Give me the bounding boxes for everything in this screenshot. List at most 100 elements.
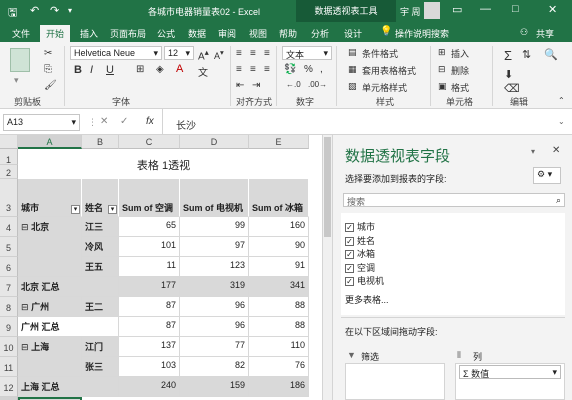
subtotal-value[interactable]: 87 <box>119 317 180 337</box>
name-cell[interactable]: 张三 <box>82 357 119 377</box>
value-cell[interactable]: 97 <box>180 237 249 257</box>
subtotal-label[interactable]: 上海 汇总 <box>18 377 119 397</box>
filter-dropdown-icon[interactable]: ▾ <box>71 205 80 214</box>
chip-dropdown-icon[interactable]: ▾ <box>552 367 557 378</box>
paste-icon[interactable] <box>10 48 30 72</box>
row-header-1[interactable]: 1 <box>0 149 18 165</box>
shrink-font-icon[interactable]: A▾ <box>214 48 224 61</box>
row-header-8[interactable]: 8 <box>0 297 18 317</box>
align-bottom-icon[interactable]: ≡ <box>264 48 270 59</box>
cell-style-button[interactable]: 单元格样式 <box>362 81 407 94</box>
values-field-chip[interactable]: Σ 数值 ▾ <box>459 365 561 379</box>
scrollbar-thumb[interactable] <box>324 137 331 237</box>
subtotal-label[interactable]: 广州 汇总 <box>18 317 119 337</box>
city-cell-guangzhou[interactable]: ⊟ 广州 <box>18 297 82 317</box>
tab-data[interactable]: 数据 <box>188 27 206 40</box>
col-header-d[interactable]: D <box>180 135 249 149</box>
subtotal-value[interactable]: 88 <box>249 317 309 337</box>
pane-options-dropdown-icon[interactable]: ▾ <box>531 147 535 156</box>
format-painter-icon[interactable]: 🖌 <box>44 80 57 91</box>
name-box[interactable]: A13 ▾ <box>3 114 80 131</box>
undo-icon[interactable]: ↶ <box>30 4 39 17</box>
value-cell[interactable]: 110 <box>249 337 309 357</box>
more-tables-link[interactable]: 更多表格... <box>345 293 389 306</box>
align-right-icon[interactable]: ≡ <box>264 64 270 75</box>
name-cell[interactable]: 江门 <box>82 337 119 357</box>
cell-style-icon[interactable]: ▧ <box>348 81 357 92</box>
subtotal-value[interactable]: 240 <box>119 377 180 397</box>
pane-close-icon[interactable]: ✕ <box>552 145 560 156</box>
row-header-12[interactable]: 12 <box>0 377 18 397</box>
value-cell[interactable]: 160 <box>249 217 309 237</box>
align-middle-icon[interactable]: ≡ <box>250 48 256 59</box>
vertical-scrollbar[interactable] <box>322 135 332 400</box>
tab-page-layout[interactable]: 页面布局 <box>110 27 146 40</box>
borders-icon[interactable]: ⊞ <box>136 64 144 75</box>
cond-format-icon[interactable]: ▤ <box>348 47 357 58</box>
value-cell[interactable]: 77 <box>180 337 249 357</box>
row-header-11[interactable]: 11 <box>0 357 18 377</box>
header-sum-ac[interactable]: Sum of 空调 <box>119 179 180 217</box>
indent-increase-icon[interactable]: ⇥ <box>252 80 260 91</box>
expand-formula-icon[interactable]: ⌄ <box>558 117 565 126</box>
delete-cells-button[interactable]: 删除 <box>451 64 469 77</box>
name-cell[interactable]: 王五 <box>82 257 119 277</box>
row-header-7[interactable]: 7 <box>0 277 18 297</box>
user-name[interactable]: 宇 周 <box>400 5 421 18</box>
col-header-c[interactable]: C <box>119 135 180 149</box>
font-color-button[interactable]: A <box>176 63 183 75</box>
col-header-b[interactable]: B <box>82 135 119 149</box>
field-item[interactable]: ✓ 电视机 <box>345 274 384 287</box>
collapse-icon[interactable]: ⊟ <box>21 302 29 312</box>
checkbox-checked[interactable]: ✓ <box>345 250 354 260</box>
header-sum-fridge[interactable]: Sum of 冰箱 <box>249 179 309 217</box>
checkbox-checked[interactable]: ✓ <box>345 264 354 274</box>
row-header-6[interactable]: 6 <box>0 257 18 277</box>
worksheet-grid[interactable]: A B C D E 1 2 3 4 5 6 7 8 9 10 11 12 13 … <box>0 135 322 400</box>
tab-analyze[interactable]: 分析 <box>311 27 329 40</box>
format-cells-icon[interactable]: ▣ <box>438 81 447 92</box>
checkbox-checked[interactable]: ✓ <box>345 237 354 247</box>
field-item[interactable]: ✓ 姓名 <box>345 234 375 247</box>
subtotal-value[interactable]: 177 <box>119 277 180 297</box>
tab-help[interactable]: 帮助 <box>279 27 297 40</box>
minimize-icon[interactable]: — <box>480 3 491 15</box>
pivot-title[interactable]: 表格 1透视 <box>18 149 309 179</box>
header-sum-tv[interactable]: Sum of 电视机 <box>180 179 249 217</box>
row-header-9[interactable]: 9 <box>0 317 18 337</box>
header-city[interactable]: 城市 ▾ <box>18 179 82 217</box>
clear-icon[interactable]: ⌫ <box>504 82 520 95</box>
col-header-a[interactable]: A <box>18 135 82 149</box>
value-cell[interactable]: 90 <box>249 237 309 257</box>
cond-format-button[interactable]: 条件格式 <box>362 47 398 60</box>
phonetic-icon[interactable]: 文 <box>198 64 208 79</box>
field-item[interactable]: ✓ 空调 <box>345 261 375 274</box>
header-name[interactable]: 姓名 ▾ <box>82 179 119 217</box>
align-top-icon[interactable]: ≡ <box>236 48 242 59</box>
col-header-e[interactable]: E <box>249 135 309 149</box>
tab-insert[interactable]: 插入 <box>80 27 98 40</box>
copy-icon[interactable]: ⎘ <box>44 64 52 75</box>
value-cell[interactable]: 123 <box>180 257 249 277</box>
indent-decrease-icon[interactable]: ⇤ <box>236 80 244 91</box>
city-cell-shanghai[interactable]: ⊟ 上海 <box>18 337 82 377</box>
value-cell[interactable]: 91 <box>249 257 309 277</box>
row-header-2[interactable]: 2 <box>0 165 18 179</box>
subtotal-value[interactable]: 159 <box>180 377 249 397</box>
fill-color-icon[interactable]: ◈ <box>156 64 164 75</box>
italic-button[interactable]: I <box>90 64 93 76</box>
row-header-3[interactable]: 3 <box>0 179 18 217</box>
qat-dropdown-icon[interactable]: ▾ <box>68 6 72 15</box>
delete-cells-icon[interactable]: ⊟ <box>438 64 446 75</box>
insert-function-button[interactable]: fx <box>146 116 154 127</box>
share-icon[interactable]: ⚇ <box>520 27 528 38</box>
name-cell[interactable]: 冷风 <box>82 237 119 257</box>
subtotal-value[interactable]: 341 <box>249 277 309 297</box>
collapse-ribbon-icon[interactable]: ⌃ <box>558 96 565 105</box>
autosum-icon[interactable]: Σ <box>504 48 512 63</box>
value-cell[interactable]: 101 <box>119 237 180 257</box>
field-search-input[interactable]: 搜索 ⌕ <box>343 193 565 207</box>
city-cell-beijing[interactable]: ⊟ 北京 <box>18 217 82 277</box>
share-button[interactable]: 共享 <box>536 27 554 40</box>
row-header-10[interactable]: 10 <box>0 337 18 357</box>
